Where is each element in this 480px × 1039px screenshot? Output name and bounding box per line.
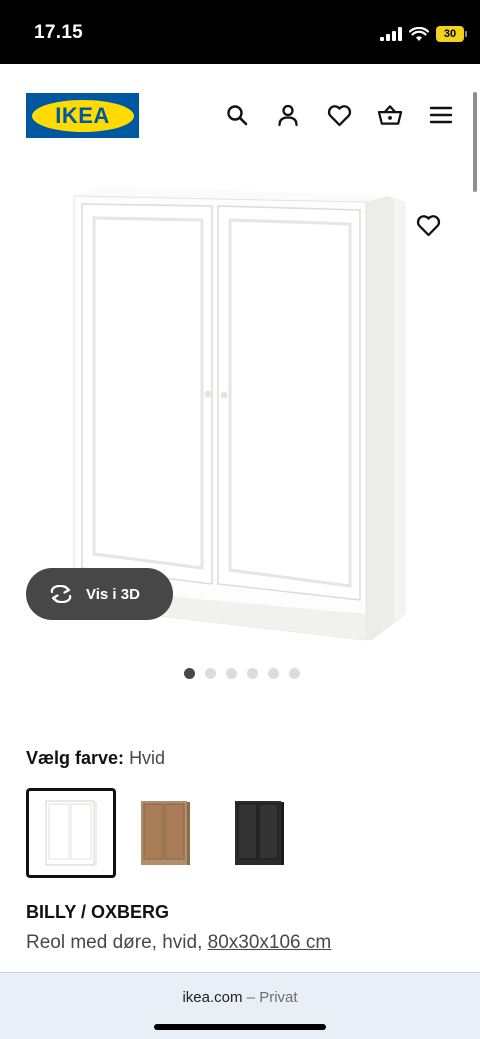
add-to-favourites-button[interactable] xyxy=(412,209,444,241)
heart-outline-icon xyxy=(416,214,440,236)
basket-icon[interactable] xyxy=(377,102,403,128)
search-icon[interactable] xyxy=(224,102,250,128)
color-swatch-white[interactable] xyxy=(26,788,116,878)
profile-icon[interactable] xyxy=(275,102,301,128)
carousel-dot[interactable] xyxy=(184,668,195,679)
product-description: Reol med døre, hvid, 80x30x106 cm xyxy=(26,932,331,954)
browser-address-bar[interactable]: ikea.com – Privat xyxy=(0,972,480,1039)
carousel-dot[interactable] xyxy=(247,668,258,679)
color-picker-heading: Vælg farve: Hvid xyxy=(26,748,165,769)
color-swatch-oak[interactable] xyxy=(120,788,210,878)
rotate-3d-icon xyxy=(50,585,72,603)
carousel-dot[interactable] xyxy=(289,668,300,679)
logo-text: IKEA xyxy=(55,102,110,128)
product-size-link[interactable]: 80x30x106 cm xyxy=(208,932,332,953)
private-mode-label: Privat xyxy=(259,989,298,1006)
color-picker-label: Vælg farve: xyxy=(26,748,125,768)
battery-icon: 30 xyxy=(436,26,467,42)
battery-level: 30 xyxy=(443,28,457,40)
view-in-3d-label: Vis i 3D xyxy=(86,585,140,603)
carousel-dot[interactable] xyxy=(205,668,216,679)
view-in-3d-button[interactable]: Vis i 3D xyxy=(26,568,173,620)
signal-icon xyxy=(380,27,402,41)
black-cabinet-thumbnail xyxy=(235,801,284,865)
product-description-text: Reol med døre, hvid, xyxy=(26,932,208,953)
carousel-dot[interactable] xyxy=(268,668,279,679)
heart-icon[interactable] xyxy=(326,102,352,128)
image-carousel-dots xyxy=(184,668,300,679)
ikea-logo[interactable]: IKEA xyxy=(26,93,139,138)
site-header: IKEA xyxy=(0,64,480,174)
color-swatch-black[interactable] xyxy=(214,788,304,878)
logo-oval: IKEA xyxy=(31,99,134,132)
oak-cabinet-thumbnail xyxy=(141,801,190,865)
status-time: 17.15 xyxy=(34,22,84,43)
carousel-dot[interactable] xyxy=(226,668,237,679)
browser-url[interactable]: ikea.com – Privat xyxy=(0,989,480,1006)
wifi-icon xyxy=(409,26,429,41)
status-icons: 30 xyxy=(380,24,467,44)
menu-icon[interactable] xyxy=(428,102,454,128)
selected-color-name: Hvid xyxy=(129,748,166,768)
url-separator: – xyxy=(242,989,260,1006)
url-domain: ikea.com xyxy=(182,989,243,1006)
product-name: BILLY / OXBERG xyxy=(26,902,170,922)
status-bar: 17.15 30 xyxy=(0,0,480,64)
home-indicator[interactable] xyxy=(154,1024,326,1030)
white-cabinet-thumbnail xyxy=(45,800,97,866)
